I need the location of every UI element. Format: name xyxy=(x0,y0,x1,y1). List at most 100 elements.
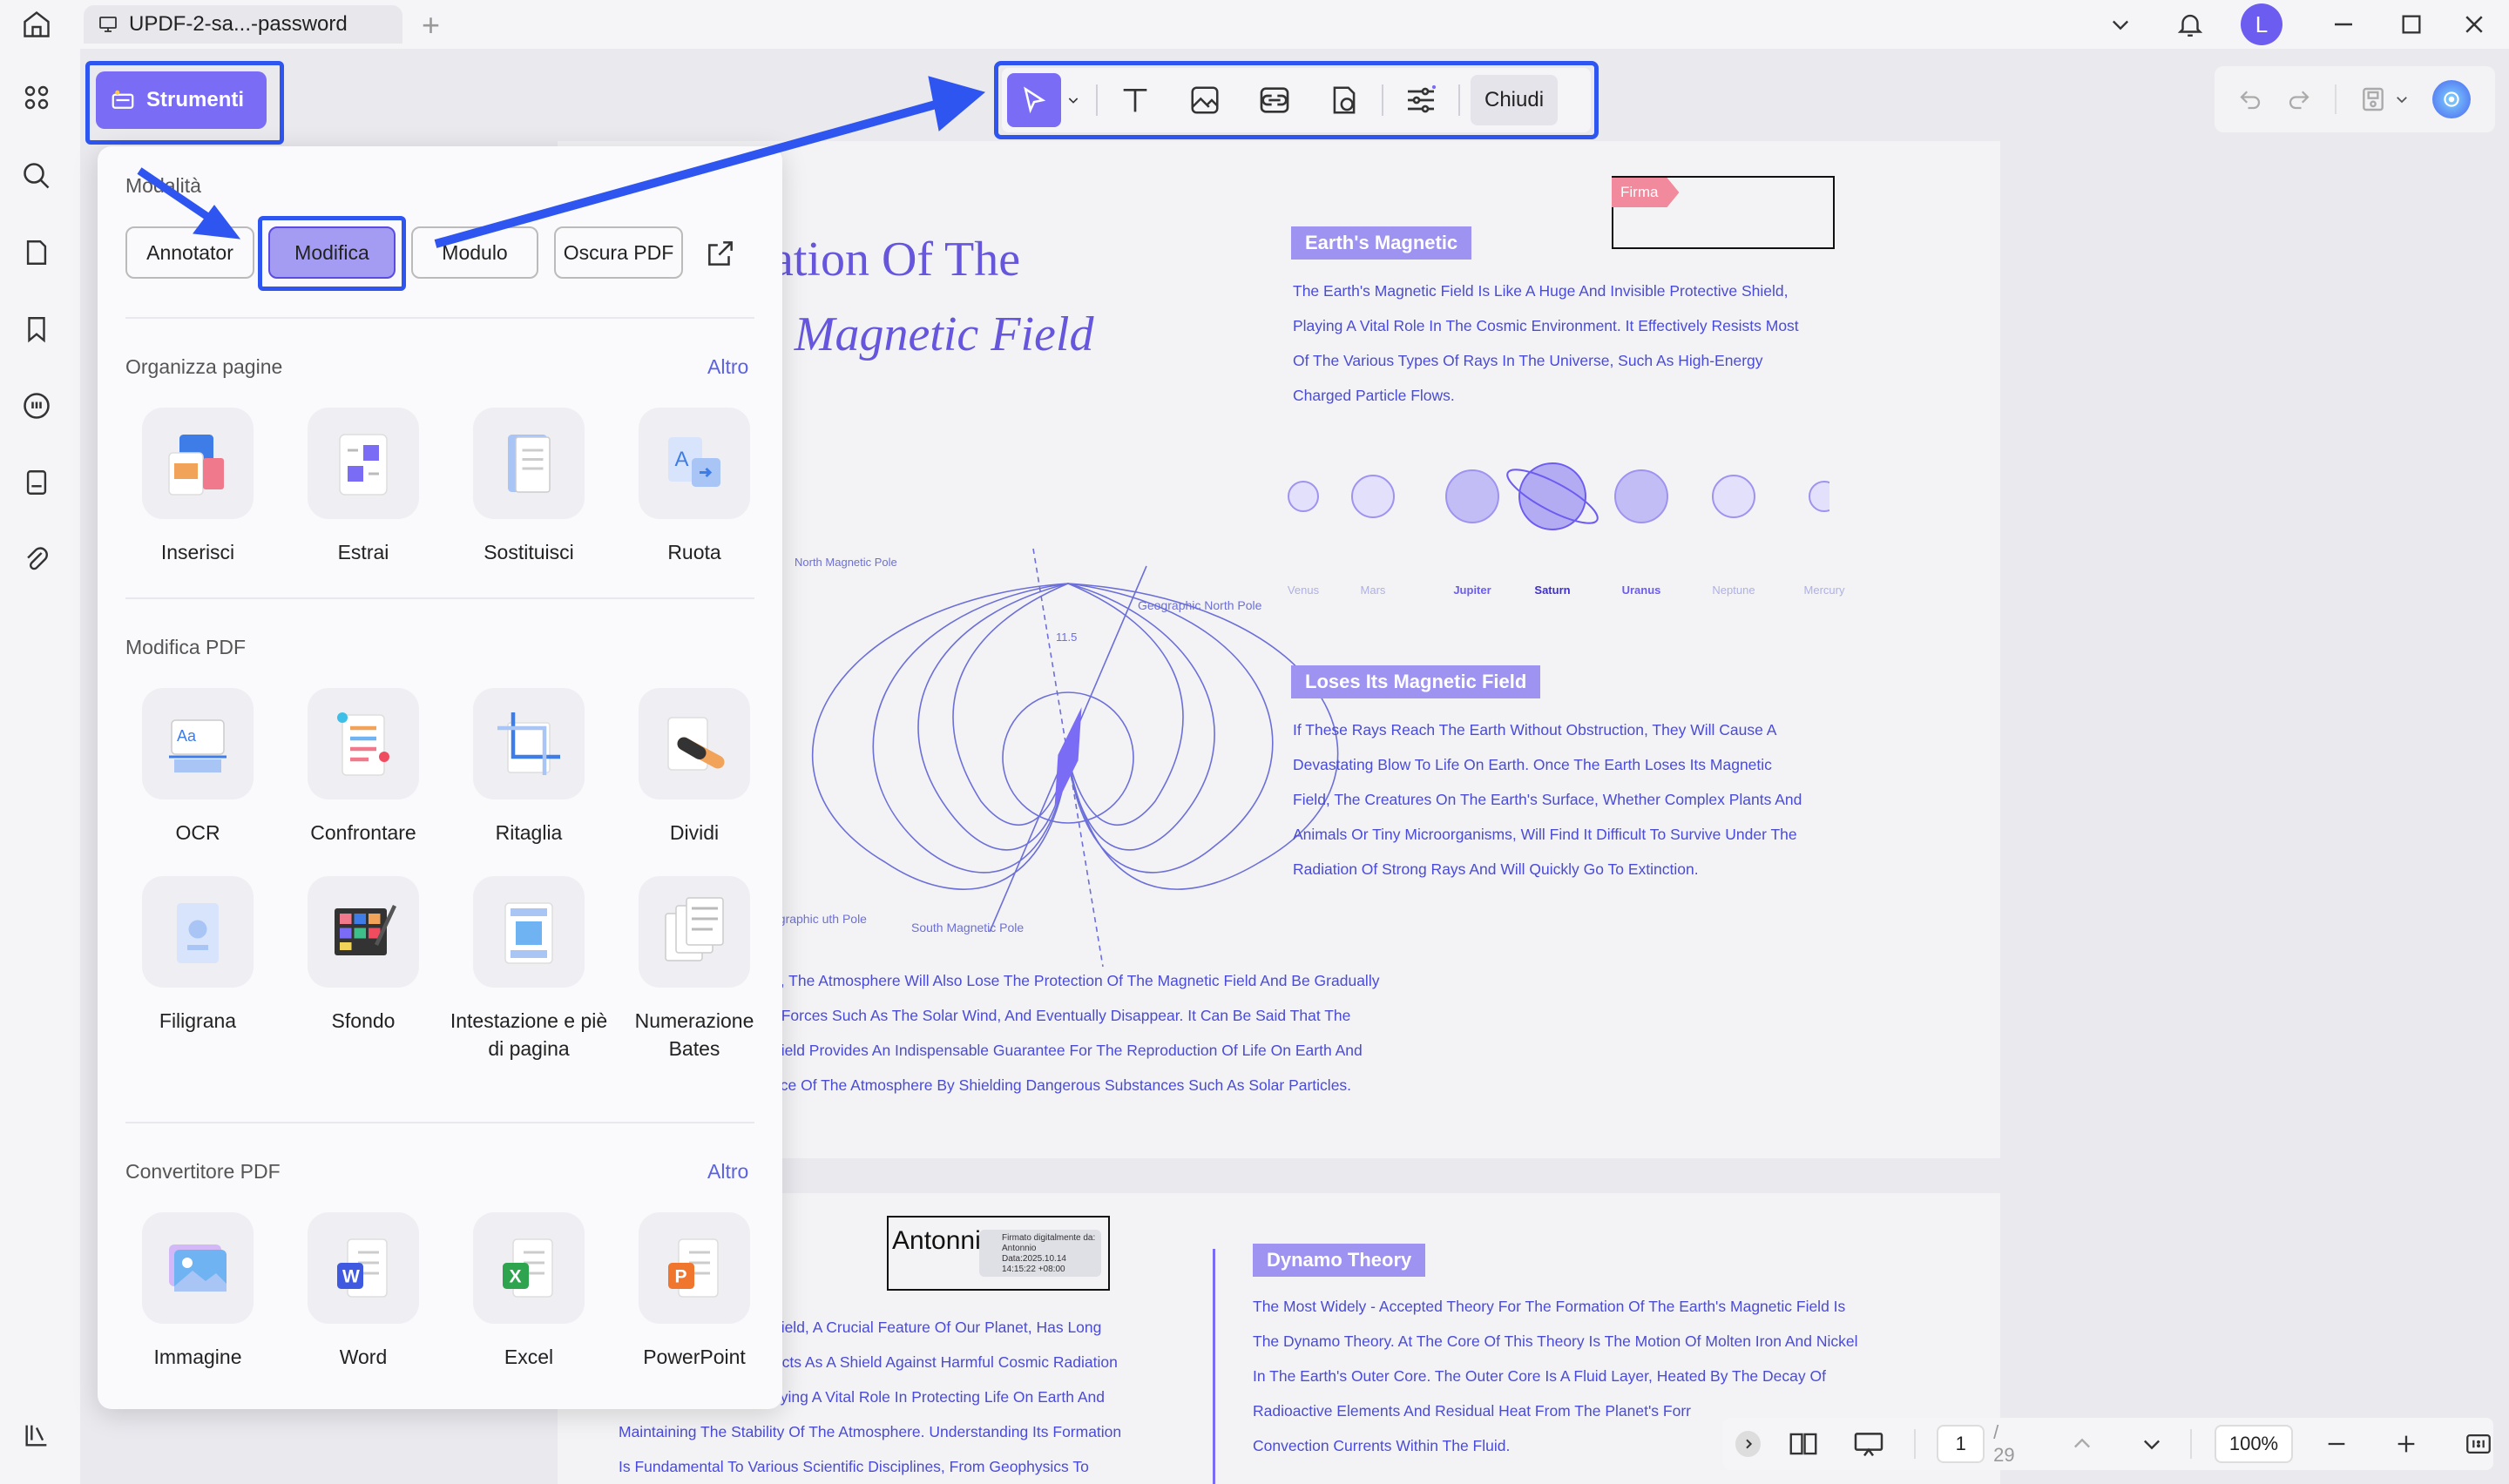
tool-word[interactable]: W Word xyxy=(281,1212,446,1371)
crop-icon xyxy=(473,688,585,799)
zoom-out-icon[interactable] xyxy=(2324,1432,2349,1456)
new-tab-button[interactable]: + xyxy=(422,7,440,44)
tool-dividi[interactable]: Dividi xyxy=(612,688,777,847)
form-icon[interactable] xyxy=(16,462,57,503)
tool-ruota[interactable]: A Ruota xyxy=(612,408,777,566)
search-icon[interactable] xyxy=(16,155,57,197)
mode-modifica-button[interactable]: Modifica xyxy=(268,226,396,279)
organize-section-title: Organizza pagine xyxy=(125,355,283,378)
convert-image-icon xyxy=(142,1212,254,1324)
tool-immagine[interactable]: Immagine xyxy=(115,1212,281,1371)
chevron-down-icon[interactable] xyxy=(2140,1432,2164,1456)
text-line: Maintaining The Stability Of The Atmosph… xyxy=(619,1423,1122,1440)
close-icon[interactable] xyxy=(2457,7,2492,42)
chevron-up-icon[interactable] xyxy=(2070,1432,2094,1456)
chevron-right-icon[interactable] xyxy=(1735,1431,1762,1457)
actual-size-icon[interactable] xyxy=(2464,1429,2493,1459)
text-icon xyxy=(1123,89,1147,112)
external-link-icon[interactable] xyxy=(704,237,737,270)
tool-bates[interactable]: Numerazione Bates xyxy=(612,876,777,1062)
tool-sfondo[interactable]: Sfondo xyxy=(281,876,446,1062)
tool-confrontare[interactable]: Confrontare xyxy=(281,688,446,847)
text-line: If These Rays Reach The Earth Without Ob… xyxy=(1293,721,1777,739)
mode-modulo-button[interactable]: Modulo xyxy=(411,226,538,279)
tool-estrai[interactable]: Estrai xyxy=(281,408,446,566)
tool-excel[interactable]: X Excel xyxy=(446,1212,612,1371)
library-icon[interactable] xyxy=(16,1414,57,1456)
mode-section-title: Modalità xyxy=(125,174,201,197)
organize-tools: Inserisci Estrai Sostituisci A Ruota xyxy=(98,408,777,566)
tool-sostituisci[interactable]: Sostituisci xyxy=(446,408,612,566)
settings-button[interactable] xyxy=(1394,73,1448,127)
redo-icon[interactable] xyxy=(2286,86,2312,112)
text-line: Field, The Creatures On The Earth's Surf… xyxy=(1293,791,1802,808)
tool-label: PowerPoint xyxy=(643,1346,746,1368)
comment-icon[interactable] xyxy=(16,385,57,427)
zoom-level[interactable]: 100% xyxy=(2214,1425,2293,1463)
home-icon[interactable] xyxy=(17,7,56,42)
save-icon[interactable] xyxy=(2359,85,2387,113)
tool-ritaglia[interactable]: Ritaglia xyxy=(446,688,612,847)
presentation-icon[interactable] xyxy=(1851,1427,1886,1461)
watermark-button[interactable] xyxy=(1317,73,1371,127)
background-icon xyxy=(308,876,419,988)
tool-label: OCR xyxy=(175,821,220,844)
edit-section-title: Modifica PDF xyxy=(125,636,247,658)
bookmark-icon[interactable] xyxy=(16,308,57,350)
strumenti-button[interactable]: Strumenti xyxy=(96,71,267,129)
bell-icon[interactable] xyxy=(2173,7,2208,42)
minimize-icon[interactable] xyxy=(2326,7,2361,42)
chevron-down-icon[interactable] xyxy=(2103,7,2138,42)
chevron-down-icon[interactable] xyxy=(1061,93,1085,107)
tool-label: Ruota xyxy=(667,541,721,563)
apps-icon[interactable] xyxy=(16,77,57,118)
maximize-icon[interactable] xyxy=(2394,7,2429,42)
chevron-down-icon[interactable] xyxy=(2394,91,2410,107)
angle-label: 11.5 xyxy=(1056,631,1077,644)
close-edit-button[interactable]: Chiudi xyxy=(1471,75,1559,125)
toolbox-icon xyxy=(110,87,136,113)
link-icon xyxy=(1260,87,1289,113)
replace-pages-icon xyxy=(473,408,585,519)
attachment-icon[interactable] xyxy=(16,538,57,580)
text-line: e, The Atmosphere Will Also Lose The Pro… xyxy=(772,972,1380,989)
select-tool-button[interactable] xyxy=(1007,73,1061,127)
add-text-button[interactable] xyxy=(1108,73,1162,127)
convert-section-title: Convertitore PDF xyxy=(125,1160,281,1183)
page-thumbnail-icon[interactable] xyxy=(16,232,57,273)
organize-more-link[interactable]: Altro xyxy=(707,355,748,379)
page-number-input[interactable]: 1 xyxy=(1937,1425,1985,1463)
extract-pages-icon xyxy=(308,408,419,519)
add-image-button[interactable] xyxy=(1178,73,1232,127)
planet-label: Mercury xyxy=(1803,583,1845,597)
earth-magnetic-paragraph: The Earth's Magnetic Field Is Like A Hug… xyxy=(1293,273,1799,413)
tool-label: Filigrana xyxy=(159,1009,237,1032)
ai-assistant-icon[interactable] xyxy=(2432,80,2471,118)
tool-inserisci[interactable]: Inserisci xyxy=(115,408,281,566)
document-tab[interactable]: UPDF-2-sa...-password xyxy=(84,5,402,44)
separator xyxy=(1458,84,1460,116)
page-navigation-bar: 1 / 29 100% xyxy=(1723,1418,2493,1470)
mode-oscura-button[interactable]: Oscura PDF xyxy=(554,226,683,279)
column-divider xyxy=(1213,1249,1215,1484)
digital-signature[interactable]: Antonnio Firmato digitalmente da: Antonn… xyxy=(887,1216,1110,1291)
tool-filigrana[interactable]: Filigrana xyxy=(115,876,281,1062)
firma-tag: Firma xyxy=(1612,178,1680,207)
powerpoint-icon: P xyxy=(639,1212,750,1324)
dynamo-theory-heading: Dynamo Theory xyxy=(1253,1244,1426,1277)
tool-label: Confrontare xyxy=(310,821,416,844)
tool-intestazione[interactable]: Intestazione e piè di pagina xyxy=(446,876,612,1062)
convert-more-link[interactable]: Altro xyxy=(707,1160,748,1184)
tool-label: Intestazione e piè di pagina xyxy=(450,1009,608,1060)
reading-mode-icon[interactable] xyxy=(1787,1427,1820,1460)
text-line: Is Fundamental To Various Scientific Dis… xyxy=(619,1458,1089,1475)
undo-icon[interactable] xyxy=(2237,86,2263,112)
monitor-icon xyxy=(98,14,118,35)
text-line: Radiation Of Strong Rays And Will Quickl… xyxy=(1293,860,1699,878)
tool-ocr[interactable]: Aa OCR xyxy=(115,688,281,847)
zoom-in-icon[interactable] xyxy=(2394,1432,2418,1456)
avatar[interactable]: L xyxy=(2241,3,2282,45)
tool-powerpoint[interactable]: P PowerPoint xyxy=(612,1212,777,1371)
mode-annotator-button[interactable]: Annotator xyxy=(125,226,254,279)
add-link-button[interactable] xyxy=(1248,73,1302,127)
